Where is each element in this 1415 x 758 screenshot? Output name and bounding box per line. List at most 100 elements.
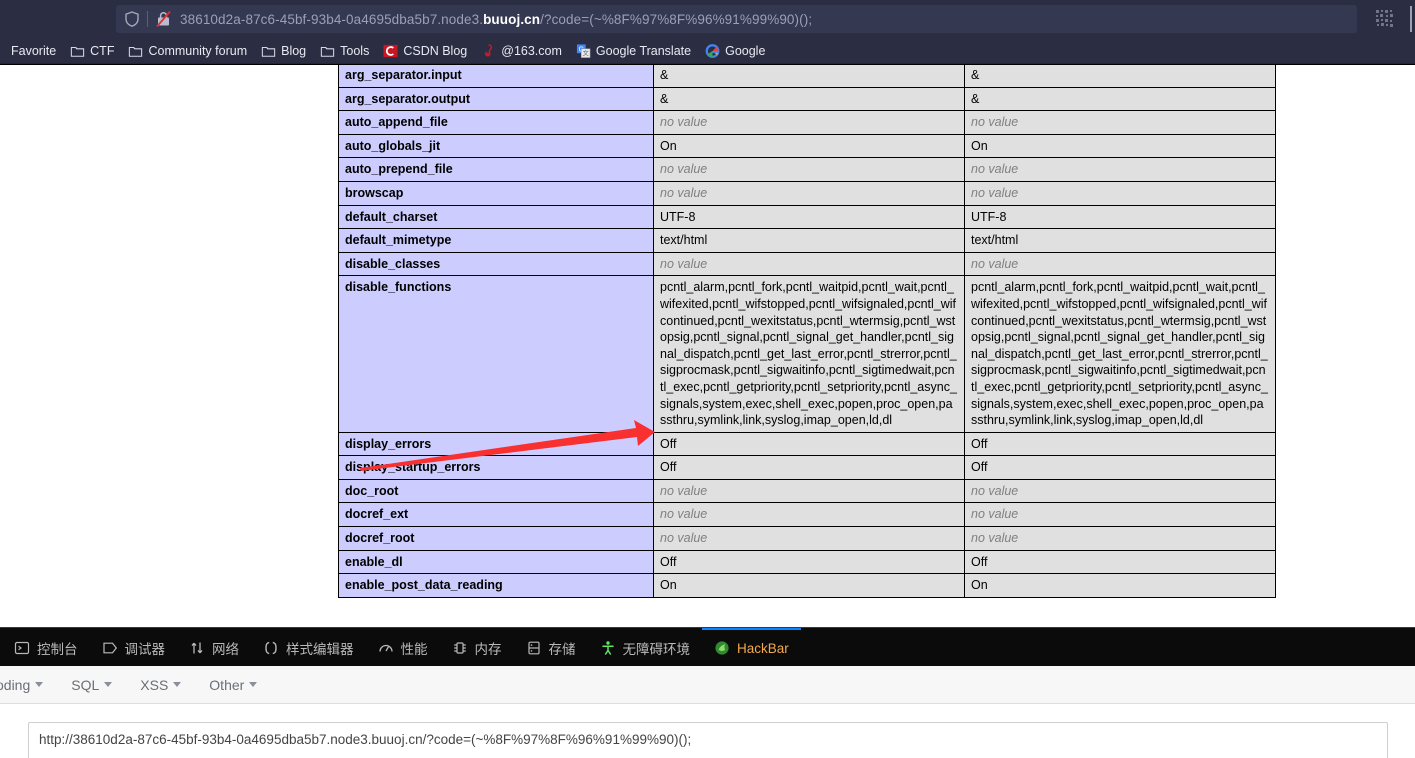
devtools-tab-label: 控制台 bbox=[37, 642, 78, 657]
window-edge-marker bbox=[1410, 6, 1412, 32]
bookmark-label: Google bbox=[725, 43, 766, 58]
devtools-tab-hackbar[interactable]: HackBar bbox=[702, 628, 801, 666]
table-row: auto_prepend_file no value no value bbox=[338, 157, 1276, 182]
bookmark-label: Google Translate bbox=[595, 43, 692, 58]
local-value-cell: & bbox=[653, 65, 965, 88]
bookmark-163-com[interactable]: @163.com bbox=[474, 43, 569, 59]
local-value-cell: text/html bbox=[653, 228, 965, 253]
local-value-cell: On bbox=[653, 133, 965, 159]
master-value-cell: UTF-8 bbox=[964, 204, 1276, 230]
devtools-tab-label: 内存 bbox=[474, 642, 502, 657]
hackbar-menu-sql[interactable]: SQL bbox=[57, 677, 126, 693]
local-value-cell: UTF-8 bbox=[653, 204, 965, 230]
hackbar-url-input[interactable] bbox=[28, 722, 1388, 758]
devtools-tab-label: 样式编辑器 bbox=[286, 642, 354, 657]
local-value-cell: no value bbox=[653, 180, 965, 206]
master-value-cell: Off bbox=[964, 455, 1276, 480]
bookmarks-bar: Favorite CTF Community forum Blog Tools CSDN … bbox=[0, 38, 1415, 64]
devtools-tab-memory[interactable]: 内存 bbox=[440, 628, 514, 666]
directive-cell: auto_append_file bbox=[338, 110, 654, 135]
folder-icon bbox=[261, 46, 276, 57]
table-row: docref_ext no value no value bbox=[338, 502, 1276, 528]
hackbar-menu-label: SQL bbox=[71, 676, 100, 693]
local-value-cell: no value bbox=[653, 502, 965, 528]
local-value-cell: Off bbox=[653, 431, 965, 457]
chevron-down-icon bbox=[173, 682, 182, 687]
directive-cell: auto_prepend_file bbox=[338, 157, 654, 182]
devtools-tab-accessibility[interactable]: 无障碍环境 bbox=[588, 628, 703, 666]
bookmark-favorite[interactable]: Favorite bbox=[4, 43, 63, 59]
bookmark-tools[interactable]: Tools bbox=[313, 43, 376, 59]
bookmark-csdn-blog[interactable]: CSDN Blog bbox=[376, 43, 474, 59]
devtools-tab-label: 性能 bbox=[400, 642, 428, 657]
devtools-tab-label: HackBar bbox=[737, 640, 789, 656]
bookmark-label: Community forum bbox=[148, 43, 248, 58]
table-row: auto_append_file no value no value bbox=[338, 110, 1276, 135]
directive-cell: arg_separator.input bbox=[338, 65, 654, 88]
shield-icon bbox=[125, 11, 139, 27]
local-value-cell: no value bbox=[653, 110, 965, 135]
bookmark-label: CSDN Blog bbox=[403, 43, 468, 58]
table-row: docref_root no value no value bbox=[338, 526, 1276, 551]
bookmark-google[interactable]: Google bbox=[698, 43, 772, 59]
master-value-cell: no value bbox=[964, 251, 1276, 277]
master-value-cell: text/html bbox=[964, 228, 1276, 253]
table-row: display_errors Off Off bbox=[338, 431, 1276, 457]
performance-icon bbox=[378, 644, 393, 652]
google-icon bbox=[705, 43, 720, 58]
table-row: doc_root no value no value bbox=[338, 478, 1276, 504]
style-editor-icon bbox=[265, 641, 277, 655]
master-value-cell: no value bbox=[964, 502, 1276, 528]
url-prefix: 38610d2a-87c6-45bf-93b4-0a4695dba5b7.nod… bbox=[180, 11, 484, 27]
devtools-tab-label: 存储 bbox=[548, 642, 576, 657]
master-value-cell: & bbox=[964, 65, 1276, 88]
bookmark-ctf[interactable]: CTF bbox=[63, 43, 121, 59]
broken-lock-icon[interactable] bbox=[156, 11, 171, 27]
devtools-tab-style-editor[interactable]: 样式编辑器 bbox=[251, 628, 366, 666]
bookmark-label: @163.com bbox=[501, 43, 562, 58]
master-value-cell: no value bbox=[964, 157, 1276, 182]
devtools-tab-console[interactable]: 控制台 bbox=[2, 628, 90, 666]
master-value-cell: Off bbox=[964, 431, 1276, 457]
hackbar-menu-xss[interactable]: XSS bbox=[126, 677, 195, 693]
network-icon bbox=[191, 642, 203, 654]
folder-icon bbox=[129, 46, 143, 57]
hackbar-toolbar: oding SQL XSS Other bbox=[0, 666, 1415, 704]
devtools-tab-strip: 控制台 调试器 网络 样式编辑器 性能 内存 存储 无障碍环境 HackBar bbox=[0, 628, 1415, 666]
bookmark-label: Blog bbox=[281, 43, 307, 58]
master-value-cell: no value bbox=[964, 110, 1276, 135]
table-row: browscap no value no value bbox=[338, 180, 1276, 206]
directive-cell: disable_functions bbox=[338, 275, 654, 433]
bookmark-google-translate[interactable]: G文 Google Translate bbox=[569, 43, 698, 59]
chevron-down-icon bbox=[249, 682, 258, 687]
directive-cell: display_errors bbox=[338, 431, 654, 457]
master-value-cell: Off bbox=[964, 549, 1276, 575]
directive-cell: auto_globals_jit bbox=[338, 133, 654, 159]
directive-cell: default_charset bbox=[338, 204, 654, 230]
directive-cell: default_mimetype bbox=[338, 228, 654, 253]
table-row: disable_classes no value no value bbox=[338, 251, 1276, 277]
devtools-tab-network[interactable]: 网络 bbox=[177, 628, 251, 666]
url-text: 38610d2a-87c6-45bf-93b4-0a4695dba5b7.nod… bbox=[180, 12, 812, 27]
chevron-down-icon bbox=[35, 682, 44, 687]
directive-cell: display_startup_errors bbox=[338, 455, 654, 480]
bookmark-community-forum[interactable]: Community forum bbox=[121, 43, 254, 59]
bookmark-label: Tools bbox=[340, 43, 370, 58]
table-row: display_startup_errors Off Off bbox=[338, 455, 1276, 480]
accessibility-icon bbox=[601, 641, 614, 655]
svg-text:文: 文 bbox=[583, 49, 589, 57]
qr-code-icon[interactable] bbox=[1375, 9, 1395, 29]
table-row: auto_globals_jit On On bbox=[338, 133, 1276, 159]
master-value-cell: no value bbox=[964, 180, 1276, 206]
hackbar-menu-other[interactable]: Other bbox=[195, 677, 271, 693]
bookmark-blog[interactable]: Blog bbox=[254, 43, 313, 59]
address-bar[interactable]: 38610d2a-87c6-45bf-93b4-0a4695dba5b7.nod… bbox=[116, 5, 1357, 33]
hackbar-menu-oding[interactable]: oding bbox=[0, 677, 57, 693]
devtools-tab-performance[interactable]: 性能 bbox=[366, 628, 440, 666]
devtools-tab-storage[interactable]: 存储 bbox=[514, 628, 588, 666]
local-value-cell: & bbox=[653, 86, 965, 112]
hackbar-icon bbox=[715, 641, 729, 655]
gtranslate-icon: G文 bbox=[576, 43, 591, 58]
storage-icon bbox=[527, 641, 540, 655]
devtools-tab-debugger[interactable]: 调试器 bbox=[90, 628, 178, 666]
